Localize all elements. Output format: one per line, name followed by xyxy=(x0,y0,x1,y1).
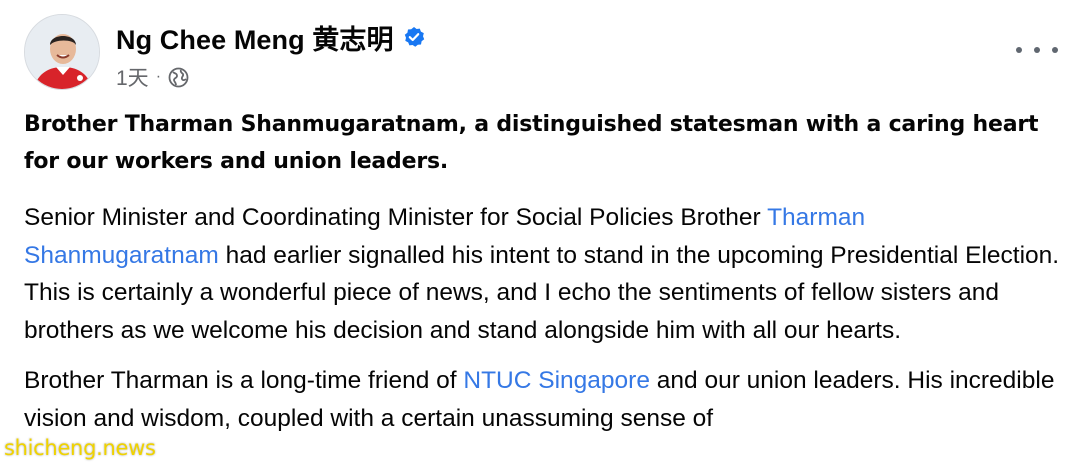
author-name[interactable]: Ng Chee Meng 黄志明 xyxy=(116,18,394,57)
post-timestamp[interactable]: 1天 xyxy=(116,62,149,92)
facebook-post: Ng Chee Meng 黄志明 1天 · Brother Tharman Sh… xyxy=(0,0,1080,469)
post-body: Brother Tharman Shanmugaratnam, a distin… xyxy=(24,106,1064,437)
watermark-text: shicheng.news xyxy=(4,436,156,460)
author-avatar[interactable] xyxy=(24,14,100,90)
post-paragraph-1: Senior Minister and Coordinating Ministe… xyxy=(24,199,1064,349)
ntuc-singapore-link[interactable]: NTUC Singapore xyxy=(463,367,650,394)
post-header: Ng Chee Meng 黄志明 1天 · xyxy=(24,14,1064,94)
paragraph-2-text-start: Brother Tharman is a long-time friend of xyxy=(24,367,464,394)
post-meta: 1天 · xyxy=(116,62,189,92)
more-dot xyxy=(1034,47,1040,53)
paragraph-1-text-start: Senior Minister and Coordinating Ministe… xyxy=(24,204,768,231)
avatar-portrait xyxy=(25,15,99,89)
more-options-icon[interactable] xyxy=(1016,40,1058,60)
verified-badge-icon xyxy=(403,26,425,48)
post-headline: Brother Tharman Shanmugaratnam, a distin… xyxy=(24,112,1039,174)
globe-icon[interactable] xyxy=(168,67,189,88)
more-dot xyxy=(1052,47,1058,53)
meta-separator: · xyxy=(155,68,162,85)
more-dot xyxy=(1016,47,1022,53)
author-name-row: Ng Chee Meng 黄志明 xyxy=(116,18,425,57)
post-paragraph-2: Brother Tharman is a long-time friend of… xyxy=(24,362,1064,437)
